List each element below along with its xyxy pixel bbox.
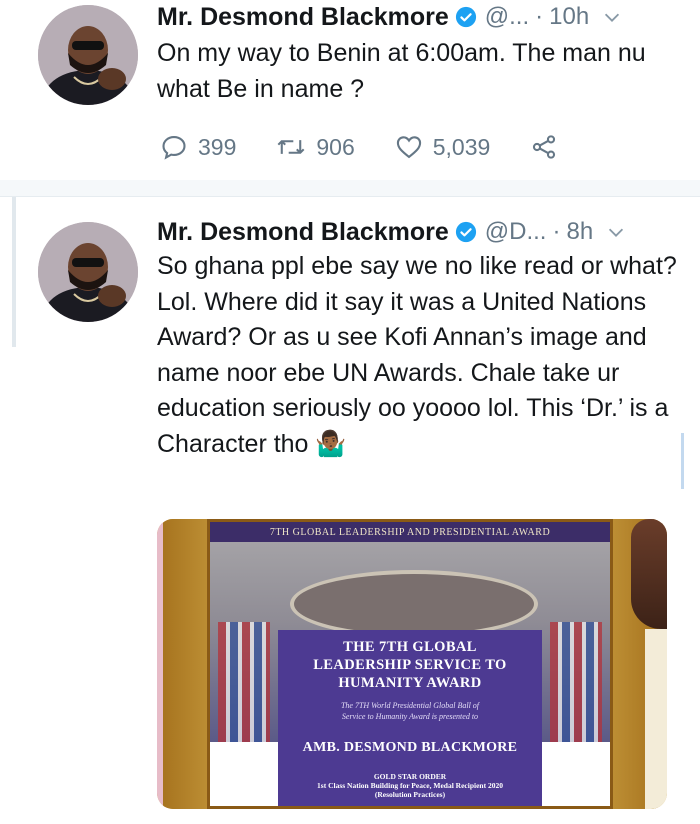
certificate-frame: 7TH GLOBAL LEADERSHIP AND PRESIDENTIAL A… (163, 519, 658, 809)
hand (631, 519, 667, 629)
award-title: THE 7TH GLOBAL LEADERSHIP SERVICE TO HUM… (313, 639, 507, 691)
timestamp[interactable]: 10h (549, 3, 589, 31)
award-recipient: AMB. DESMOND BLACKMORE (302, 740, 518, 755)
certificate-banner: 7TH GLOBAL LEADERSHIP AND PRESIDENTIAL A… (210, 522, 610, 542)
retweet-count: 906 (316, 133, 355, 160)
tweet-text: So ghana ppl ebe say we no like read or … (157, 252, 684, 458)
author-name[interactable]: Mr. Desmond Blackmore (157, 218, 449, 247)
retweet-button[interactable]: 906 (276, 133, 355, 161)
avatar[interactable] (38, 5, 138, 105)
chevron-down-icon[interactable] (601, 6, 623, 28)
tweet-text: On my way to Benin at 6:00am. The man nu… (157, 39, 653, 103)
reply-icon (162, 136, 186, 160)
avatar[interactable] (38, 222, 138, 322)
certificate: 7TH GLOBAL LEADERSHIP AND PRESIDENTIAL A… (207, 519, 613, 809)
share-icon (533, 135, 556, 159)
tweet-card[interactable]: Mr. Desmond Blackmore @... · 10h On my w… (0, 0, 700, 180)
separator-dot: · (552, 218, 561, 245)
author-name[interactable]: Mr. Desmond Blackmore (157, 3, 449, 32)
reply-button[interactable]: 399 (160, 133, 236, 161)
tweet-header: Mr. Desmond Blackmore @D... · 8h (157, 215, 680, 249)
tweet-actions: 399 906 5,039 (160, 130, 568, 164)
chevron-down-icon[interactable] (605, 221, 627, 243)
tweet-photo[interactable]: 7TH GLOBAL LEADERSHIP AND PRESIDENTIAL A… (157, 519, 667, 809)
separator-dot: · (535, 3, 544, 30)
flags-left (218, 622, 270, 742)
assembly-floor (290, 570, 538, 638)
shirt-sleeve (645, 629, 667, 809)
timestamp[interactable]: 8h (566, 218, 593, 246)
like-count: 5,039 (432, 133, 491, 160)
verified-badge-icon (455, 6, 476, 28)
like-button[interactable]: 5,039 (395, 133, 491, 161)
share-button[interactable] (530, 133, 568, 161)
author-handle[interactable]: @D... (485, 218, 547, 246)
author-handle[interactable]: @... (485, 3, 529, 31)
retweet-icon (277, 140, 305, 154)
reply-count: 399 (198, 133, 237, 160)
tweet-header: Mr. Desmond Blackmore @... · 10h (157, 0, 680, 34)
award-panel: THE 7TH GLOBAL LEADERSHIP SERVICE TO HUM… (278, 630, 542, 806)
flags-right (550, 622, 602, 742)
award-subtitle: The 7TH World Presidential Global Ball o… (340, 701, 480, 721)
heart-icon (396, 136, 421, 159)
tweet-card[interactable]: Mr. Desmond Blackmore @D... · 8h So ghan… (0, 196, 700, 824)
verified-badge-icon (455, 221, 476, 243)
thread-line (12, 197, 16, 347)
award-order: GOLD STAR ORDER 1st Class Nation Buildin… (317, 772, 503, 799)
scrollbar-thumb[interactable] (681, 433, 684, 489)
